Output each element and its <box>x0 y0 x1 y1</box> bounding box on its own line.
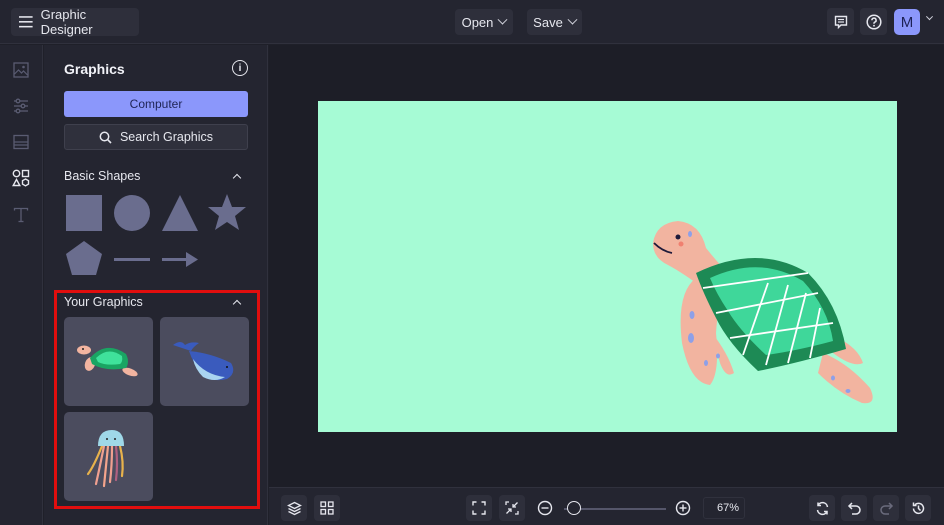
collapse-caret-icon[interactable] <box>232 299 242 308</box>
chevron-down-icon <box>497 14 508 25</box>
graphic-thumb-jellyfish[interactable] <box>64 412 153 501</box>
rail-item-text[interactable] <box>11 205 31 225</box>
search-graphics-label: Search Graphics <box>119 130 214 144</box>
square-shape[interactable] <box>66 195 102 231</box>
panel-title: Graphics <box>64 61 125 77</box>
jellyfish-icon <box>86 429 124 487</box>
graphic-thumb-whale[interactable] <box>160 317 249 406</box>
undo-icon <box>847 501 861 515</box>
rail-item-images[interactable] <box>11 60 31 80</box>
fit-screen-button[interactable] <box>466 495 492 521</box>
basic-shapes-grid <box>66 194 246 275</box>
turtle-icon <box>76 345 138 376</box>
undo-button[interactable] <box>841 495 867 521</box>
zoom-out-icon <box>537 500 553 516</box>
top-bar: Graphic Designer Open Save M <box>0 0 944 44</box>
app-title: Graphic Designer <box>40 7 93 37</box>
history-button[interactable] <box>905 495 931 521</box>
expand-icon <box>472 501 486 515</box>
shrink-button[interactable] <box>499 495 525 521</box>
shapes-icon <box>12 169 30 187</box>
whale-icon <box>172 341 233 380</box>
search-icon <box>99 131 112 144</box>
search-graphics-button[interactable]: Search Graphics <box>64 124 248 150</box>
line-shape[interactable] <box>114 258 150 261</box>
rail-item-graphics[interactable] <box>11 168 31 188</box>
zoom-percentage[interactable]: 67% <box>703 497 745 519</box>
info-icon[interactable]: i <box>232 60 248 76</box>
chevron-down-icon <box>567 14 578 25</box>
refresh-icon <box>816 501 828 515</box>
grid-button[interactable] <box>314 495 340 521</box>
save-label: Save <box>533 14 563 30</box>
hamburger-menu-icon <box>19 16 33 28</box>
history-icon <box>912 502 924 514</box>
shrink-icon <box>505 501 519 515</box>
redo-button[interactable] <box>873 495 899 521</box>
arrow-shape[interactable] <box>162 252 198 267</box>
graphics-panel: Graphics i Computer Search Graphics Basi… <box>44 45 268 525</box>
layers-icon <box>286 501 302 515</box>
your-graphics-header[interactable]: Your Graphics <box>64 295 248 309</box>
triangle-shape[interactable] <box>162 195 198 231</box>
image-icon <box>13 62 29 78</box>
redo-icon <box>879 501 893 515</box>
zoom-slider-handle[interactable] <box>567 501 582 515</box>
help-circle-icon <box>865 13 882 30</box>
computer-upload-button[interactable]: Computer <box>64 91 248 117</box>
rail-item-layout[interactable] <box>11 132 31 152</box>
bottom-toolbar: 67% <box>269 487 944 525</box>
text-icon <box>13 207 29 223</box>
tool-rail <box>0 45 43 525</box>
adjustments-icon <box>14 98 28 114</box>
zoom-out-button[interactable] <box>537 500 553 521</box>
your-graphics-label: Your Graphics <box>64 295 143 309</box>
collapse-caret-icon[interactable] <box>232 173 242 182</box>
basic-shapes-header[interactable]: Basic Shapes <box>64 169 248 183</box>
open-button[interactable]: Open <box>455 9 513 35</box>
graphic-thumb-turtle[interactable] <box>64 317 153 406</box>
app-menu-button[interactable]: Graphic Designer <box>11 7 139 37</box>
layout-icon <box>13 134 29 150</box>
design-canvas[interactable] <box>318 101 897 432</box>
avatar[interactable]: M <box>894 9 920 35</box>
help-button[interactable] <box>860 8 887 35</box>
grid-icon <box>320 501 334 515</box>
layers-button[interactable] <box>281 495 307 521</box>
refresh-button[interactable] <box>809 495 835 521</box>
account-chevron-down-icon[interactable] <box>925 13 934 21</box>
open-label: Open <box>461 14 494 30</box>
circle-shape[interactable] <box>114 195 150 231</box>
feedback-button[interactable] <box>827 8 854 35</box>
star-shape[interactable] <box>208 194 246 230</box>
avatar-initial: M <box>900 13 914 31</box>
basic-shapes-label: Basic Shapes <box>64 169 141 183</box>
save-button[interactable]: Save <box>527 9 582 35</box>
canvas-turtle-graphic[interactable] <box>648 213 883 408</box>
rail-item-adjustments[interactable] <box>11 96 31 116</box>
zoom-in-icon <box>675 500 691 516</box>
pentagon-shape[interactable] <box>66 241 102 275</box>
message-icon <box>834 15 847 29</box>
zoom-in-button[interactable] <box>675 500 691 521</box>
